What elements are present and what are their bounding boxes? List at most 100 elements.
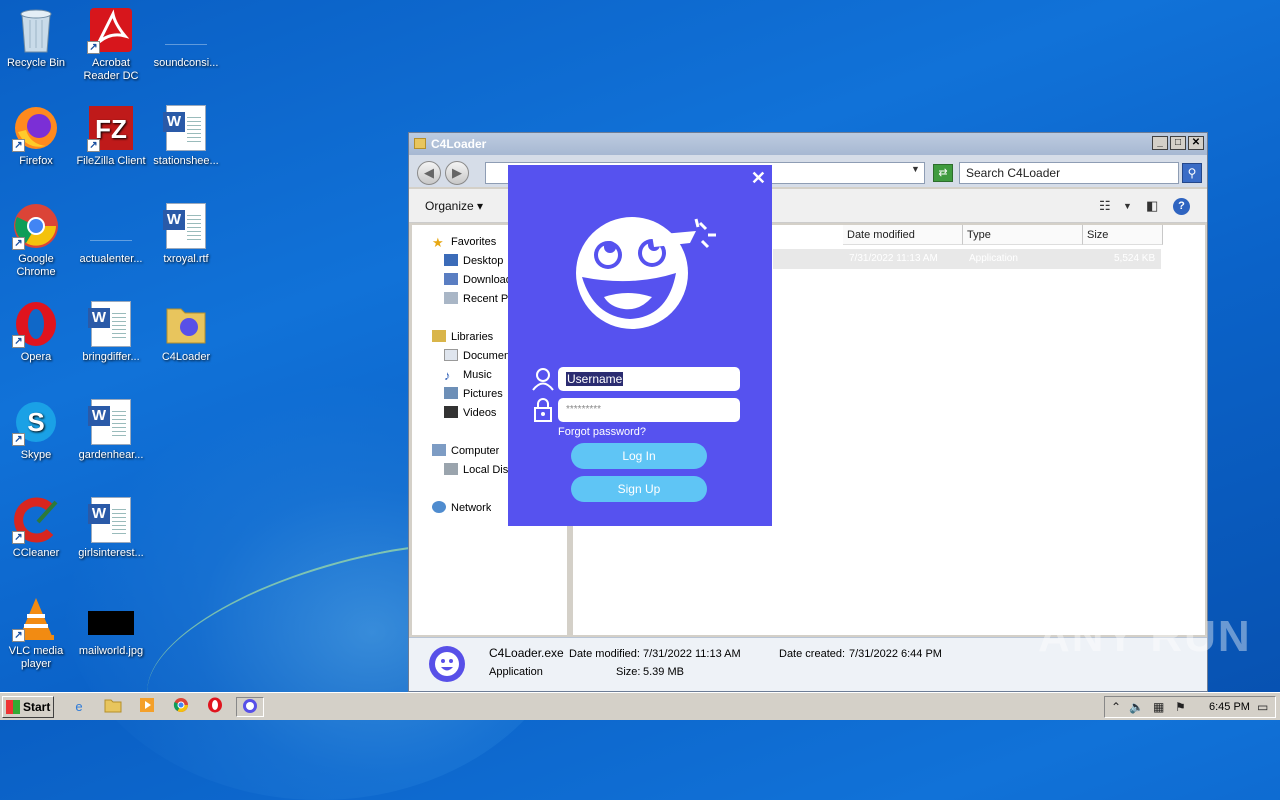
- close-button[interactable]: ✕: [1188, 136, 1204, 150]
- word-doc-icon: W: [162, 202, 210, 250]
- word-doc-icon: W: [87, 300, 135, 348]
- desktop-icon-gardenhear[interactable]: W gardenhear...: [73, 398, 149, 462]
- desktop-icon-firefox[interactable]: ↗ Firefox: [0, 104, 74, 168]
- details-size-label: Size:: [616, 666, 641, 678]
- nav-item-videos[interactable]: Videos: [444, 404, 496, 422]
- firefox-icon: ↗: [12, 104, 60, 152]
- desktop-icon-stationshee[interactable]: W stationshee...: [148, 104, 224, 168]
- search-icon[interactable]: ⚲: [1182, 163, 1202, 183]
- desktop-icon-girlsinterest[interactable]: W girlsinterest...: [73, 496, 149, 560]
- search-input[interactable]: Search C4Loader: [959, 162, 1179, 184]
- signup-button[interactable]: Sign Up: [571, 476, 707, 502]
- desktop-icon-actualenter[interactable]: actualenter...: [73, 212, 149, 266]
- clock[interactable]: 6:45 PM: [1209, 701, 1250, 713]
- libraries-icon: [432, 330, 446, 342]
- column-size[interactable]: Size: [1083, 225, 1163, 245]
- nav-item-downloads[interactable]: Downloads: [444, 271, 508, 289]
- preview-pane-icon[interactable]: ◧: [1146, 198, 1158, 214]
- ie-icon[interactable]: e: [68, 697, 90, 717]
- videos-icon: [444, 406, 458, 418]
- nav-item-libraries[interactable]: Libraries: [432, 328, 493, 346]
- nav-item-local-disk[interactable]: Local Disk: [444, 461, 508, 479]
- details-filename: C4Loader.exe: [489, 646, 564, 660]
- chevron-down-icon[interactable]: ▼: [1123, 201, 1132, 211]
- windows-flag-icon: [6, 700, 20, 714]
- show-desktop-icon[interactable]: ▭: [1257, 700, 1268, 714]
- documents-icon: [444, 349, 458, 361]
- chrome-taskbar-icon[interactable]: [170, 697, 192, 717]
- details-date-created-label: Date created:: [779, 648, 846, 660]
- explorer-taskbar-icon[interactable]: [102, 697, 124, 717]
- blank-file-icon: [87, 212, 135, 250]
- details-size: 5.39 MB: [643, 666, 684, 678]
- nav-item-computer[interactable]: Computer: [432, 442, 499, 460]
- system-tray: ⌃ 🔈 ▦ ⚑ 6:45 PM ▭: [1104, 696, 1276, 718]
- nav-item-recent[interactable]: Recent Places: [444, 290, 508, 308]
- password-input[interactable]: *********: [558, 398, 740, 422]
- column-type[interactable]: Type: [963, 225, 1083, 245]
- table-row[interactable]: 7/31/2022 11:13 AM Application 5,524 KB: [773, 249, 1161, 269]
- computer-icon: [432, 444, 446, 456]
- c4loader-login-dialog: ✕ Username ********* Forgot password? Lo…: [508, 165, 772, 526]
- network-tray-icon[interactable]: ▦: [1153, 700, 1164, 714]
- desktop-icon-ccleaner[interactable]: ↗ CCleaner: [0, 496, 74, 560]
- nav-item-network[interactable]: Network: [432, 499, 491, 517]
- details-date-modified-label: Date modified:: [569, 648, 640, 660]
- username-value: Username: [566, 372, 624, 386]
- anyrun-watermark: ANY RUN: [1038, 612, 1252, 661]
- desktop-icon-skype[interactable]: S ↗ Skype: [0, 398, 74, 462]
- close-icon[interactable]: ✕: [751, 167, 766, 189]
- desktop-icon-filezilla[interactable]: FZ ↗ FileZilla Client: [73, 104, 149, 168]
- start-button[interactable]: Start: [2, 696, 54, 718]
- smiley-logo: [568, 217, 728, 337]
- window-titlebar[interactable]: C4Loader _ □ ✕: [409, 133, 1207, 155]
- refresh-button[interactable]: ⇄: [933, 164, 953, 182]
- nav-item-desktop[interactable]: Desktop: [444, 252, 503, 270]
- ccleaner-icon: ↗: [12, 496, 60, 544]
- volume-icon[interactable]: 🔈: [1129, 700, 1144, 714]
- nav-item-documents[interactable]: Documents: [444, 347, 508, 365]
- opera-taskbar-icon[interactable]: [204, 697, 226, 717]
- word-doc-icon: W: [87, 398, 135, 446]
- desktop-icon-txroyal[interactable]: W txroyal.rtf: [148, 202, 224, 266]
- view-options-icon[interactable]: ☷: [1099, 198, 1111, 214]
- file-size: 5,524 KB: [1114, 253, 1156, 264]
- recycle-bin-icon: [12, 6, 60, 54]
- organize-button[interactable]: Organize ▾: [425, 199, 483, 213]
- desktop-icon-soundconsi[interactable]: soundconsi...: [148, 16, 224, 70]
- username-input[interactable]: Username: [558, 367, 740, 391]
- folder-icon: [414, 138, 426, 149]
- desktop-icon-vlc[interactable]: ↗ VLC media player: [0, 594, 74, 671]
- details-date-created: 7/31/2022 6:44 PM: [849, 648, 942, 660]
- nav-item-favorites[interactable]: ★ Favorites: [432, 233, 496, 251]
- login-button[interactable]: Log In: [571, 443, 707, 469]
- help-icon[interactable]: ?: [1173, 198, 1190, 215]
- window-title: C4Loader: [431, 137, 487, 151]
- forward-button[interactable]: ▶: [445, 161, 469, 185]
- recent-places-icon: [444, 292, 458, 304]
- forgot-password-link[interactable]: Forgot password?: [558, 426, 646, 438]
- column-date-modified[interactable]: Date modified: [843, 225, 963, 245]
- back-button[interactable]: ◀: [417, 161, 441, 185]
- nav-item-pictures[interactable]: Pictures: [444, 385, 503, 403]
- desktop-icon-bringdiffer[interactable]: W bringdiffer...: [73, 300, 149, 364]
- desktop-icon-recycle-bin[interactable]: Recycle Bin: [0, 6, 74, 70]
- user-icon: [532, 367, 554, 391]
- media-player-icon[interactable]: [136, 697, 158, 717]
- address-dropdown-icon[interactable]: ▼: [911, 164, 920, 174]
- chevron-up-icon[interactable]: ⌃: [1111, 700, 1121, 714]
- file-date: 7/31/2022 11:13 AM: [849, 253, 938, 264]
- desktop-icon-acrobat[interactable]: ↗ Acrobat Reader DC: [73, 6, 149, 83]
- c4loader-taskbar-icon[interactable]: [236, 697, 264, 717]
- maximize-button[interactable]: □: [1170, 136, 1186, 150]
- downloads-icon: [444, 273, 458, 285]
- file-type: Application: [969, 253, 1018, 264]
- action-center-flag-icon[interactable]: ⚑: [1175, 700, 1186, 714]
- desktop-icon-mailworld[interactable]: mailworld.jpg: [73, 604, 149, 658]
- nav-item-music[interactable]: ♪ Music: [444, 366, 492, 384]
- minimize-button[interactable]: _: [1152, 136, 1168, 150]
- word-doc-icon: W: [162, 104, 210, 152]
- desktop-icon-chrome[interactable]: ↗ Google Chrome: [0, 202, 74, 279]
- desktop-icon-opera[interactable]: ↗ Opera: [0, 300, 74, 364]
- desktop-icon-c4loader[interactable]: C4Loader: [148, 300, 224, 364]
